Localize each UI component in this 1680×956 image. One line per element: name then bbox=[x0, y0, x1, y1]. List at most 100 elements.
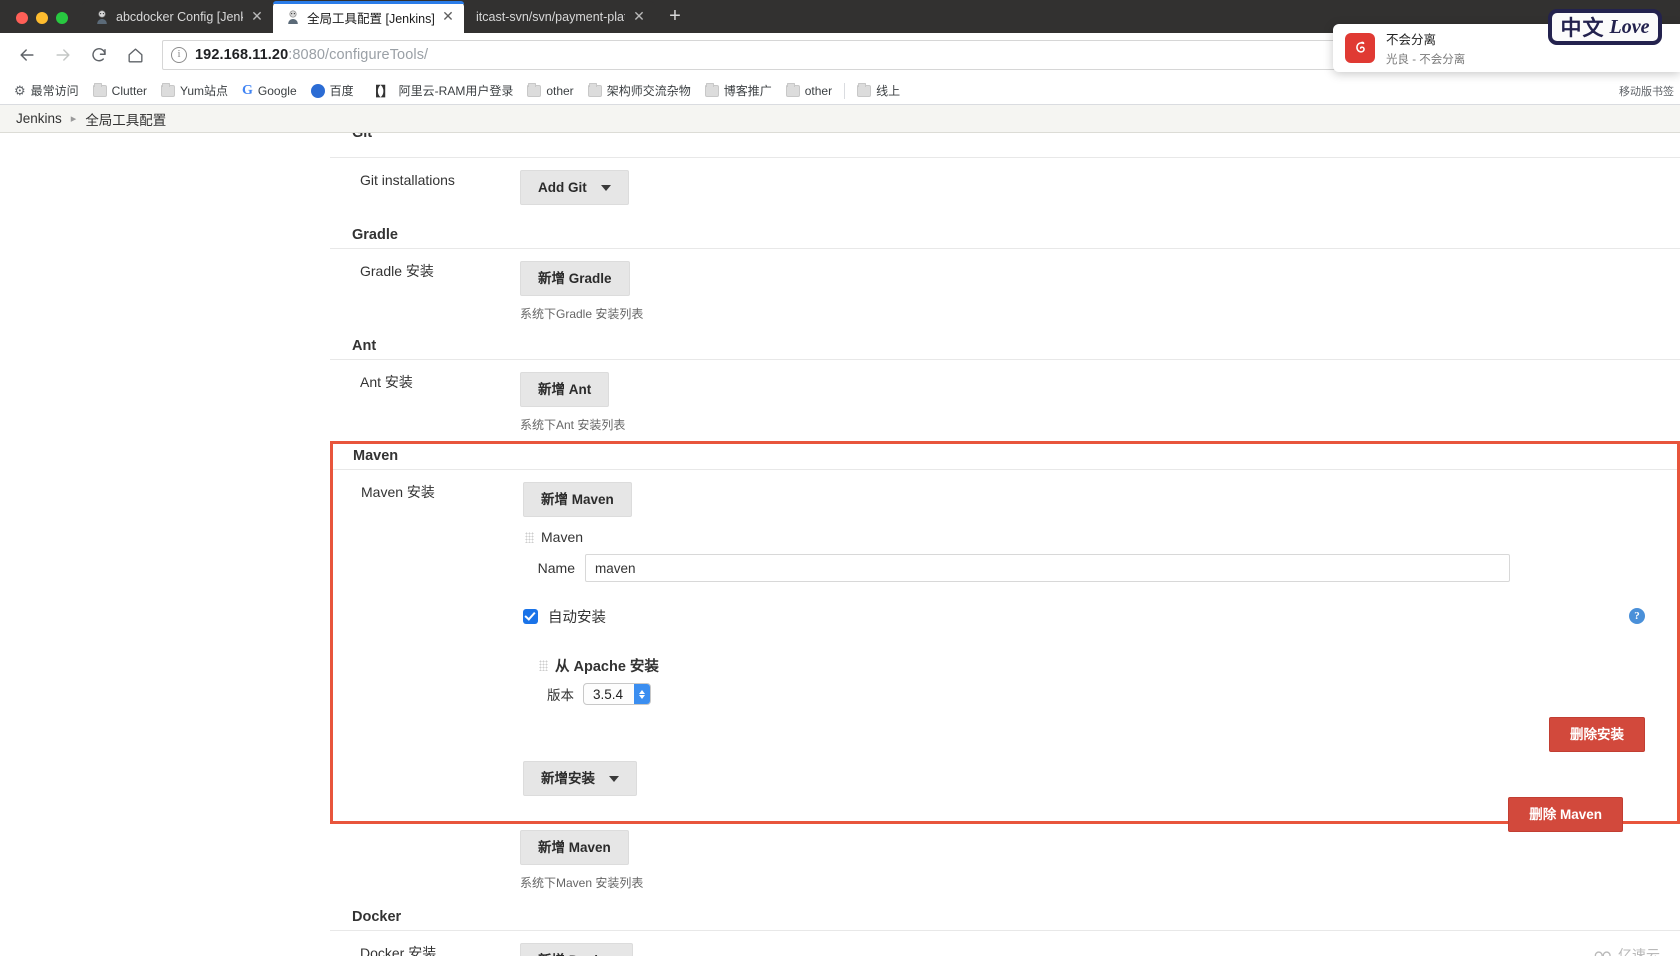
maven-installer-actions: 删除安装 新增安装 删除 Maven bbox=[523, 705, 1677, 832]
bookmark-other-1[interactable]: other bbox=[521, 81, 579, 101]
bookmarks-overflow[interactable]: 移动版书签 bbox=[1613, 83, 1674, 99]
browser-tab-3[interactable]: itcast-svn/svn/payment-platform/co ✕ bbox=[464, 1, 655, 33]
forward-arrow-icon[interactable] bbox=[46, 38, 80, 72]
maven-version-row: 版本 3.5.4 bbox=[539, 676, 1677, 705]
maven-name-label: Name bbox=[537, 560, 575, 576]
bookmarks-overflow-label: 移动版书签 bbox=[1619, 85, 1674, 98]
music-track-title: 不会分离 bbox=[1386, 33, 1437, 47]
stepper-icon[interactable] bbox=[634, 684, 651, 704]
git-section-heading-clipped: Git bbox=[330, 133, 1680, 157]
help-icon[interactable]: ? bbox=[1629, 608, 1645, 624]
version-label: 版本 bbox=[547, 688, 574, 703]
maven-help-text: 系统下Maven 安装列表 bbox=[520, 876, 644, 890]
maven-version-value: 3.5.4 bbox=[593, 686, 624, 702]
auto-install-label: 自动安装 bbox=[548, 610, 606, 626]
jenkins-page-body: Git Git installations Add Git Gradle Gra… bbox=[0, 133, 1680, 956]
docker-install-row: Docker 安装 新增 Docker bbox=[330, 931, 1680, 956]
drag-handle-icon[interactable] bbox=[539, 660, 548, 671]
add-ant-button[interactable]: 新增 Ant bbox=[520, 372, 610, 407]
reload-icon[interactable] bbox=[82, 38, 116, 72]
jenkins-favicon bbox=[288, 10, 298, 24]
bookmark-label: other bbox=[546, 83, 574, 98]
bookmark-blog-promo[interactable]: 博客推广 bbox=[699, 79, 778, 102]
auto-install-checkbox[interactable] bbox=[523, 609, 538, 624]
docker-install-label: Docker 安装 bbox=[360, 945, 437, 956]
ant-install-row: Ant 安装 新增 Ant 系统下Ant 安装列表 bbox=[330, 360, 1680, 433]
maven-name-input[interactable] bbox=[585, 554, 1510, 582]
ant-install-label: Ant 安装 bbox=[360, 374, 413, 390]
yisuyun-watermark: 亿速云 bbox=[1594, 945, 1660, 956]
bookmark-label: Clutter bbox=[111, 83, 148, 98]
bookmark-label: 线上 bbox=[876, 84, 901, 98]
bookmark-google[interactable]: G Google bbox=[236, 80, 303, 102]
close-tab-icon[interactable]: ✕ bbox=[249, 9, 265, 25]
gradle-install-body: 新增 Gradle 系统下Gradle 安装列表 bbox=[520, 261, 1680, 322]
git-heading: Git bbox=[352, 133, 373, 141]
gear-icon: ⚙ bbox=[14, 82, 26, 98]
maximize-window-button[interactable] bbox=[56, 12, 68, 24]
apache-installer-block: 从 Apache 安装 版本 3.5.4 bbox=[523, 627, 1677, 705]
add-gradle-button[interactable]: 新增 Gradle bbox=[520, 261, 630, 296]
bookmark-online[interactable]: 线上 bbox=[851, 79, 906, 102]
new-tab-button[interactable]: + bbox=[661, 3, 689, 31]
delete-maven-button[interactable]: 删除 Maven bbox=[1508, 797, 1623, 832]
jenkins-favicon bbox=[97, 10, 107, 24]
netease-music-icon bbox=[1345, 33, 1375, 63]
folder-icon bbox=[587, 82, 602, 97]
back-arrow-icon[interactable] bbox=[10, 38, 44, 72]
browser-tab-2-active[interactable]: 全局工具配置 [Jenkins] ✕ bbox=[273, 1, 464, 33]
aliyun-icon: 【】 bbox=[367, 84, 394, 99]
watermark-text: 亿速云 bbox=[1618, 947, 1660, 956]
bookmark-aliyun-ram[interactable]: 【】 阿里云-RAM用户登录 bbox=[362, 78, 520, 103]
ant-install-body: 新增 Ant 系统下Ant 安装列表 bbox=[520, 372, 1680, 433]
folder-icon bbox=[161, 82, 176, 97]
add-docker-button[interactable]: 新增 Docker bbox=[520, 943, 633, 956]
maven-item-title: Maven bbox=[541, 529, 584, 545]
tab-title: 全局工具配置 [Jenkins] bbox=[307, 11, 434, 26]
bookmark-label: 阿里云-RAM用户登录 bbox=[398, 84, 514, 98]
breadcrumb-root[interactable]: Jenkins bbox=[16, 111, 62, 126]
close-tab-icon[interactable]: ✕ bbox=[631, 9, 647, 25]
bookmark-clutter[interactable]: Clutter bbox=[87, 81, 153, 101]
maven-install-body: 新增 Maven Maven Name 自动安装 ? bbox=[523, 482, 1677, 832]
minimize-window-button[interactable] bbox=[36, 12, 48, 24]
apache-installer-title: 从 Apache 安装 bbox=[555, 659, 659, 675]
bookmark-baidu[interactable]: 百度 bbox=[305, 79, 360, 102]
chinese-love-badge-overlay: 中文 Love bbox=[1548, 9, 1662, 45]
chevron-up-icon bbox=[639, 689, 646, 694]
gradle-help-text: 系统下Gradle 安装列表 bbox=[520, 307, 644, 321]
add-maven-button-bottom[interactable]: 新增 Maven bbox=[520, 830, 629, 865]
add-maven-button[interactable]: 新增 Maven bbox=[523, 482, 632, 517]
delete-installer-button[interactable]: 删除安装 bbox=[1549, 717, 1645, 752]
add-git-button[interactable]: Add Git bbox=[520, 170, 629, 205]
maven-name-field-row: Name bbox=[523, 545, 1677, 582]
url-host: 192.168.11.20 bbox=[195, 47, 289, 63]
close-window-button[interactable] bbox=[16, 12, 28, 24]
maven-version-select[interactable]: 3.5.4 bbox=[583, 683, 652, 705]
home-icon[interactable] bbox=[118, 38, 152, 72]
maven-item-header: Maven bbox=[523, 517, 1677, 545]
add-installer-button[interactable]: 新增安装 bbox=[523, 761, 637, 796]
baidu-icon bbox=[310, 83, 325, 98]
drag-handle-icon[interactable] bbox=[525, 531, 534, 543]
maven-auto-install-row: 自动安装 ? bbox=[523, 582, 1677, 627]
bookmark-other-2[interactable]: other bbox=[780, 81, 838, 101]
folder-icon bbox=[92, 82, 107, 97]
maven-install-label: Maven 安装 bbox=[361, 484, 435, 500]
close-tab-icon[interactable]: ✕ bbox=[440, 9, 456, 25]
gradle-install-label: Gradle 安装 bbox=[360, 263, 434, 279]
site-info-icon[interactable]: i bbox=[171, 47, 187, 63]
bookmark-most-visited[interactable]: ⚙ 最常访问 bbox=[8, 79, 85, 102]
breadcrumb-current[interactable]: 全局工具配置 bbox=[85, 109, 166, 129]
music-text-block: 不会分离 光良 - 不会分离 bbox=[1386, 29, 1465, 67]
bookmark-yum[interactable]: Yum站点 bbox=[155, 79, 234, 102]
bookmark-architect[interactable]: 架构师交流杂物 bbox=[582, 79, 697, 102]
left-empty-pane bbox=[0, 133, 330, 956]
apache-installer-header: 从 Apache 安装 bbox=[539, 655, 1677, 676]
bookmark-label: 最常访问 bbox=[30, 84, 79, 98]
browser-tab-1[interactable]: abcdocker Config [Jenkins] ✕ bbox=[82, 1, 273, 33]
docker-heading: Docker bbox=[330, 903, 1680, 931]
google-icon: G bbox=[242, 82, 253, 98]
git-installations-row: Git installations Add Git bbox=[330, 158, 1680, 205]
folder-icon bbox=[785, 82, 800, 97]
